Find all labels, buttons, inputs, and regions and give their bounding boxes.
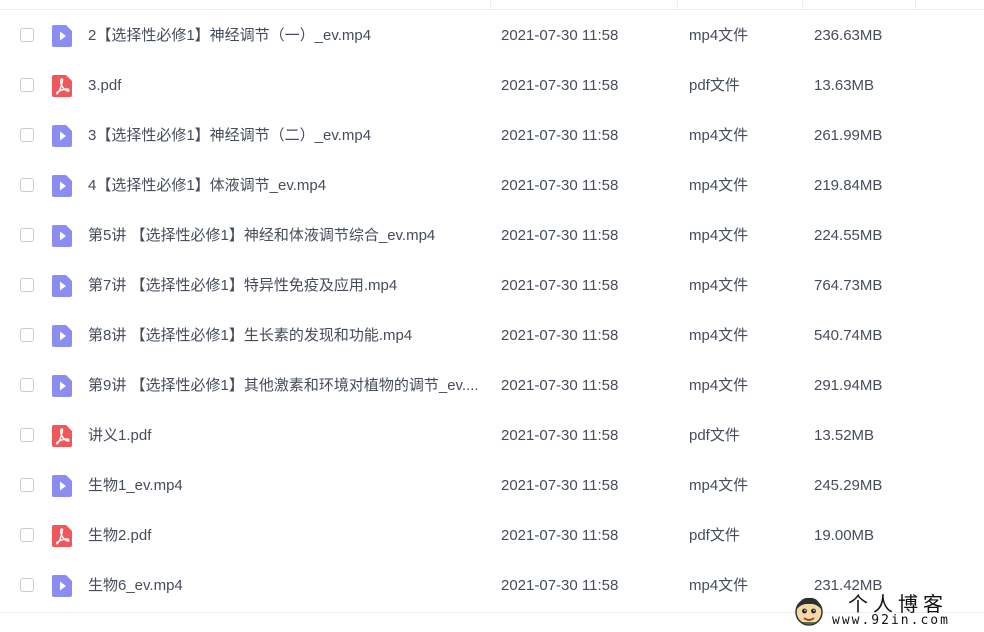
file-modified-date: 2021-07-30 11:58 [501, 577, 619, 594]
row-checkbox[interactable] [20, 178, 34, 192]
header-cell-date[interactable] [491, 0, 678, 9]
header-cell-size[interactable] [803, 0, 916, 9]
file-row[interactable]: 第9讲 【选择性必修1】其他激素和环境对植物的调节_ev.... 2021-07-… [0, 361, 984, 411]
file-name[interactable]: 生物2.pdf [88, 526, 488, 546]
file-size: 261.99MB [814, 127, 883, 144]
file-type: mp4文件 [689, 477, 749, 494]
file-type: pdf文件 [689, 527, 740, 544]
header-divider [0, 9, 984, 10]
cartoon-logo-icon [795, 597, 823, 626]
file-type: mp4文件 [689, 227, 749, 244]
video-file-icon[interactable] [52, 125, 72, 147]
row-checkbox[interactable] [20, 278, 34, 292]
pdf-file-icon[interactable] [52, 425, 72, 447]
video-file-icon[interactable] [52, 325, 72, 347]
file-row[interactable]: 2【选择性必修1】神经调节（一）_ev.mp4 2021-07-30 11:58 m… [0, 11, 984, 61]
video-file-icon[interactable] [52, 225, 72, 247]
file-row[interactable]: 第8讲 【选择性必修1】生长素的发现和功能.mp4 2021-07-30 11:5… [0, 311, 984, 361]
file-row[interactable]: 4【选择性必修1】体液调节_ev.mp4 2021-07-30 11:58 mp4文… [0, 161, 984, 211]
file-name[interactable]: 讲义1.pdf [88, 426, 488, 446]
watermark-url: www.92in.com [832, 613, 950, 628]
column-header-edge [0, 0, 984, 10]
file-type: pdf文件 [689, 427, 740, 444]
file-row[interactable]: 生物1_ev.mp4 2021-07-30 11:58 mp4文件 245.29MB [0, 461, 984, 511]
row-checkbox[interactable] [20, 478, 34, 492]
file-type: mp4文件 [689, 577, 749, 594]
row-checkbox[interactable] [20, 428, 34, 442]
file-name[interactable]: 第8讲 【选择性必修1】生长素的发现和功能.mp4 [88, 326, 488, 346]
file-modified-date: 2021-07-30 11:58 [501, 427, 619, 444]
row-checkbox[interactable] [20, 378, 34, 392]
file-size: 13.52MB [814, 427, 875, 444]
file-modified-date: 2021-07-30 11:58 [501, 277, 619, 294]
file-size: 219.84MB [814, 177, 883, 194]
file-name[interactable]: 第5讲 【选择性必修1】神经和体液调节综合_ev.mp4 [88, 226, 488, 246]
file-name[interactable]: 第9讲 【选择性必修1】其他激素和环境对植物的调节_ev.... [88, 376, 488, 396]
video-file-icon[interactable] [52, 25, 72, 47]
file-size: 245.29MB [814, 477, 883, 494]
file-type: mp4文件 [689, 127, 749, 144]
file-modified-date: 2021-07-30 11:58 [501, 227, 619, 244]
video-file-icon[interactable] [52, 475, 72, 497]
file-type: mp4文件 [689, 327, 749, 344]
file-name[interactable]: 第7讲 【选择性必修1】特异性免疫及应用.mp4 [88, 276, 488, 296]
file-type: mp4文件 [689, 277, 749, 294]
file-browser: 2【选择性必修1】神经调节（一）_ev.mp4 2021-07-30 11:58 m… [0, 0, 984, 632]
row-checkbox[interactable] [20, 328, 34, 342]
file-row[interactable]: 生物2.pdf 2021-07-30 11:58 pdf文件 19.00MB [0, 511, 984, 561]
file-size: 224.55MB [814, 227, 883, 244]
file-modified-date: 2021-07-30 11:58 [501, 327, 619, 344]
video-file-icon[interactable] [52, 575, 72, 597]
file-name[interactable]: 3【选择性必修1】神经调节（二）_ev.mp4 [88, 126, 488, 146]
file-name[interactable]: 3.pdf [88, 76, 488, 96]
file-modified-date: 2021-07-30 11:58 [501, 27, 619, 44]
file-row[interactable]: 第5讲 【选择性必修1】神经和体液调节综合_ev.mp4 2021-07-30 1… [0, 211, 984, 261]
file-row[interactable]: 3.pdf 2021-07-30 11:58 pdf文件 13.63MB [0, 61, 984, 111]
file-size: 291.94MB [814, 377, 883, 394]
file-size: 236.63MB [814, 27, 883, 44]
file-modified-date: 2021-07-30 11:58 [501, 177, 619, 194]
row-checkbox[interactable] [20, 28, 34, 42]
pdf-file-icon[interactable] [52, 75, 72, 97]
file-type: pdf文件 [689, 77, 740, 94]
row-checkbox[interactable] [20, 78, 34, 92]
blog-watermark: 个人博客 www.92in.com [790, 592, 984, 632]
file-modified-date: 2021-07-30 11:58 [501, 477, 619, 494]
file-modified-date: 2021-07-30 11:58 [501, 377, 619, 394]
file-size: 19.00MB [814, 527, 875, 544]
file-type: mp4文件 [689, 27, 749, 44]
video-file-icon[interactable] [52, 375, 72, 397]
file-name[interactable]: 2【选择性必修1】神经调节（一）_ev.mp4 [88, 26, 488, 46]
row-checkbox[interactable] [20, 128, 34, 142]
file-type: mp4文件 [689, 377, 749, 394]
file-row[interactable]: 讲义1.pdf 2021-07-30 11:58 pdf文件 13.52MB [0, 411, 984, 461]
file-size: 764.73MB [814, 277, 883, 294]
pdf-file-icon[interactable] [52, 525, 72, 547]
file-size: 13.63MB [814, 77, 875, 94]
row-checkbox[interactable] [20, 528, 34, 542]
video-file-icon[interactable] [52, 275, 72, 297]
file-modified-date: 2021-07-30 11:58 [501, 127, 619, 144]
file-type: mp4文件 [689, 177, 749, 194]
file-modified-date: 2021-07-30 11:58 [501, 527, 619, 544]
header-cell-type[interactable] [678, 0, 803, 9]
file-list: 2【选择性必修1】神经调节（一）_ev.mp4 2021-07-30 11:58 m… [0, 11, 984, 611]
file-row[interactable]: 3【选择性必修1】神经调节（二）_ev.mp4 2021-07-30 11:58 m… [0, 111, 984, 161]
row-checkbox[interactable] [20, 578, 34, 592]
row-checkbox[interactable] [20, 228, 34, 242]
header-cell-name[interactable] [0, 0, 491, 9]
file-row[interactable]: 第7讲 【选择性必修1】特异性免疫及应用.mp4 2021-07-30 11:58… [0, 261, 984, 311]
file-name[interactable]: 生物1_ev.mp4 [88, 476, 488, 496]
file-size: 540.74MB [814, 327, 883, 344]
file-modified-date: 2021-07-30 11:58 [501, 77, 619, 94]
file-name[interactable]: 4【选择性必修1】体液调节_ev.mp4 [88, 176, 488, 196]
video-file-icon[interactable] [52, 175, 72, 197]
file-name[interactable]: 生物6_ev.mp4 [88, 576, 488, 596]
